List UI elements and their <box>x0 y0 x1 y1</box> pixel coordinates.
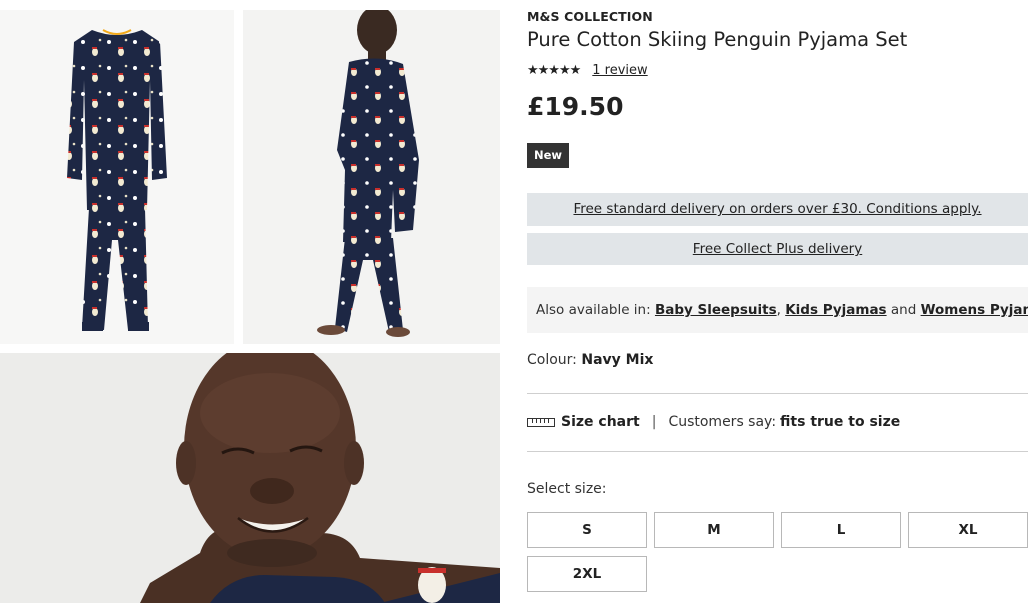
link-baby-sleepsuits[interactable]: Baby Sleepsuits <box>655 302 777 318</box>
customers-say-label: Customers say: <box>668 414 777 430</box>
product-image-closeup[interactable] <box>0 353 500 603</box>
product-brand: M&S COLLECTION <box>527 9 653 24</box>
link-kids-pyjamas[interactable]: Kids Pyjamas <box>785 302 886 318</box>
fit-value: fits true to size <box>780 414 901 430</box>
also-available-conjunction: and <box>890 302 917 318</box>
size-info-row: Size chart | Customers say: fits true to… <box>527 414 900 430</box>
new-badge: New <box>527 143 570 168</box>
product-title: Pure Cotton Skiing Penguin Pyjama Set <box>527 28 908 51</box>
rating-stars-icon: ★★★★★ <box>527 63 581 78</box>
colour-value: Navy Mix <box>581 352 654 368</box>
ruler-icon[interactable] <box>527 417 555 427</box>
select-size-label: Select size: <box>527 481 607 497</box>
divider <box>527 393 1028 394</box>
size-option-l[interactable]: L <box>781 512 901 548</box>
colour-label: Colour: <box>527 352 577 368</box>
size-option-2xl[interactable]: 2XL <box>527 556 647 592</box>
product-price: £19.50 <box>527 92 624 121</box>
product-info-panel: M&S COLLECTION Pure Cotton Skiing Pengui… <box>527 0 1028 603</box>
link-womens-pyjamas[interactable]: Womens Pyjamas <box>921 302 1028 318</box>
collect-plus-link[interactable]: Free Collect Plus delivery <box>693 241 862 257</box>
also-available-box: Also available in: Baby Sleepsuits, Kids… <box>527 287 1028 333</box>
delivery-conditions-link[interactable]: Free standard delivery on orders over £3… <box>573 201 981 217</box>
also-available-separator: , <box>776 302 781 318</box>
colour-info: Colour: Navy Mix <box>527 352 653 368</box>
reviews-link[interactable]: 1 review <box>592 63 647 78</box>
size-chart-link[interactable]: Size chart <box>561 414 640 430</box>
divider <box>527 451 1028 452</box>
size-info-divider: | <box>651 414 657 430</box>
product-rating: ★★★★★ 1 review <box>527 63 648 78</box>
size-option-xl[interactable]: XL <box>908 512 1028 548</box>
product-image-back[interactable] <box>243 10 500 344</box>
also-available-label: Also available in: <box>536 302 651 318</box>
product-image-front[interactable] <box>0 10 234 344</box>
delivery-info-bar: Free standard delivery on orders over £3… <box>527 193 1028 226</box>
collect-info-bar: Free Collect Plus delivery <box>527 233 1028 265</box>
size-option-m[interactable]: M <box>654 512 774 548</box>
size-option-s[interactable]: S <box>527 512 647 548</box>
